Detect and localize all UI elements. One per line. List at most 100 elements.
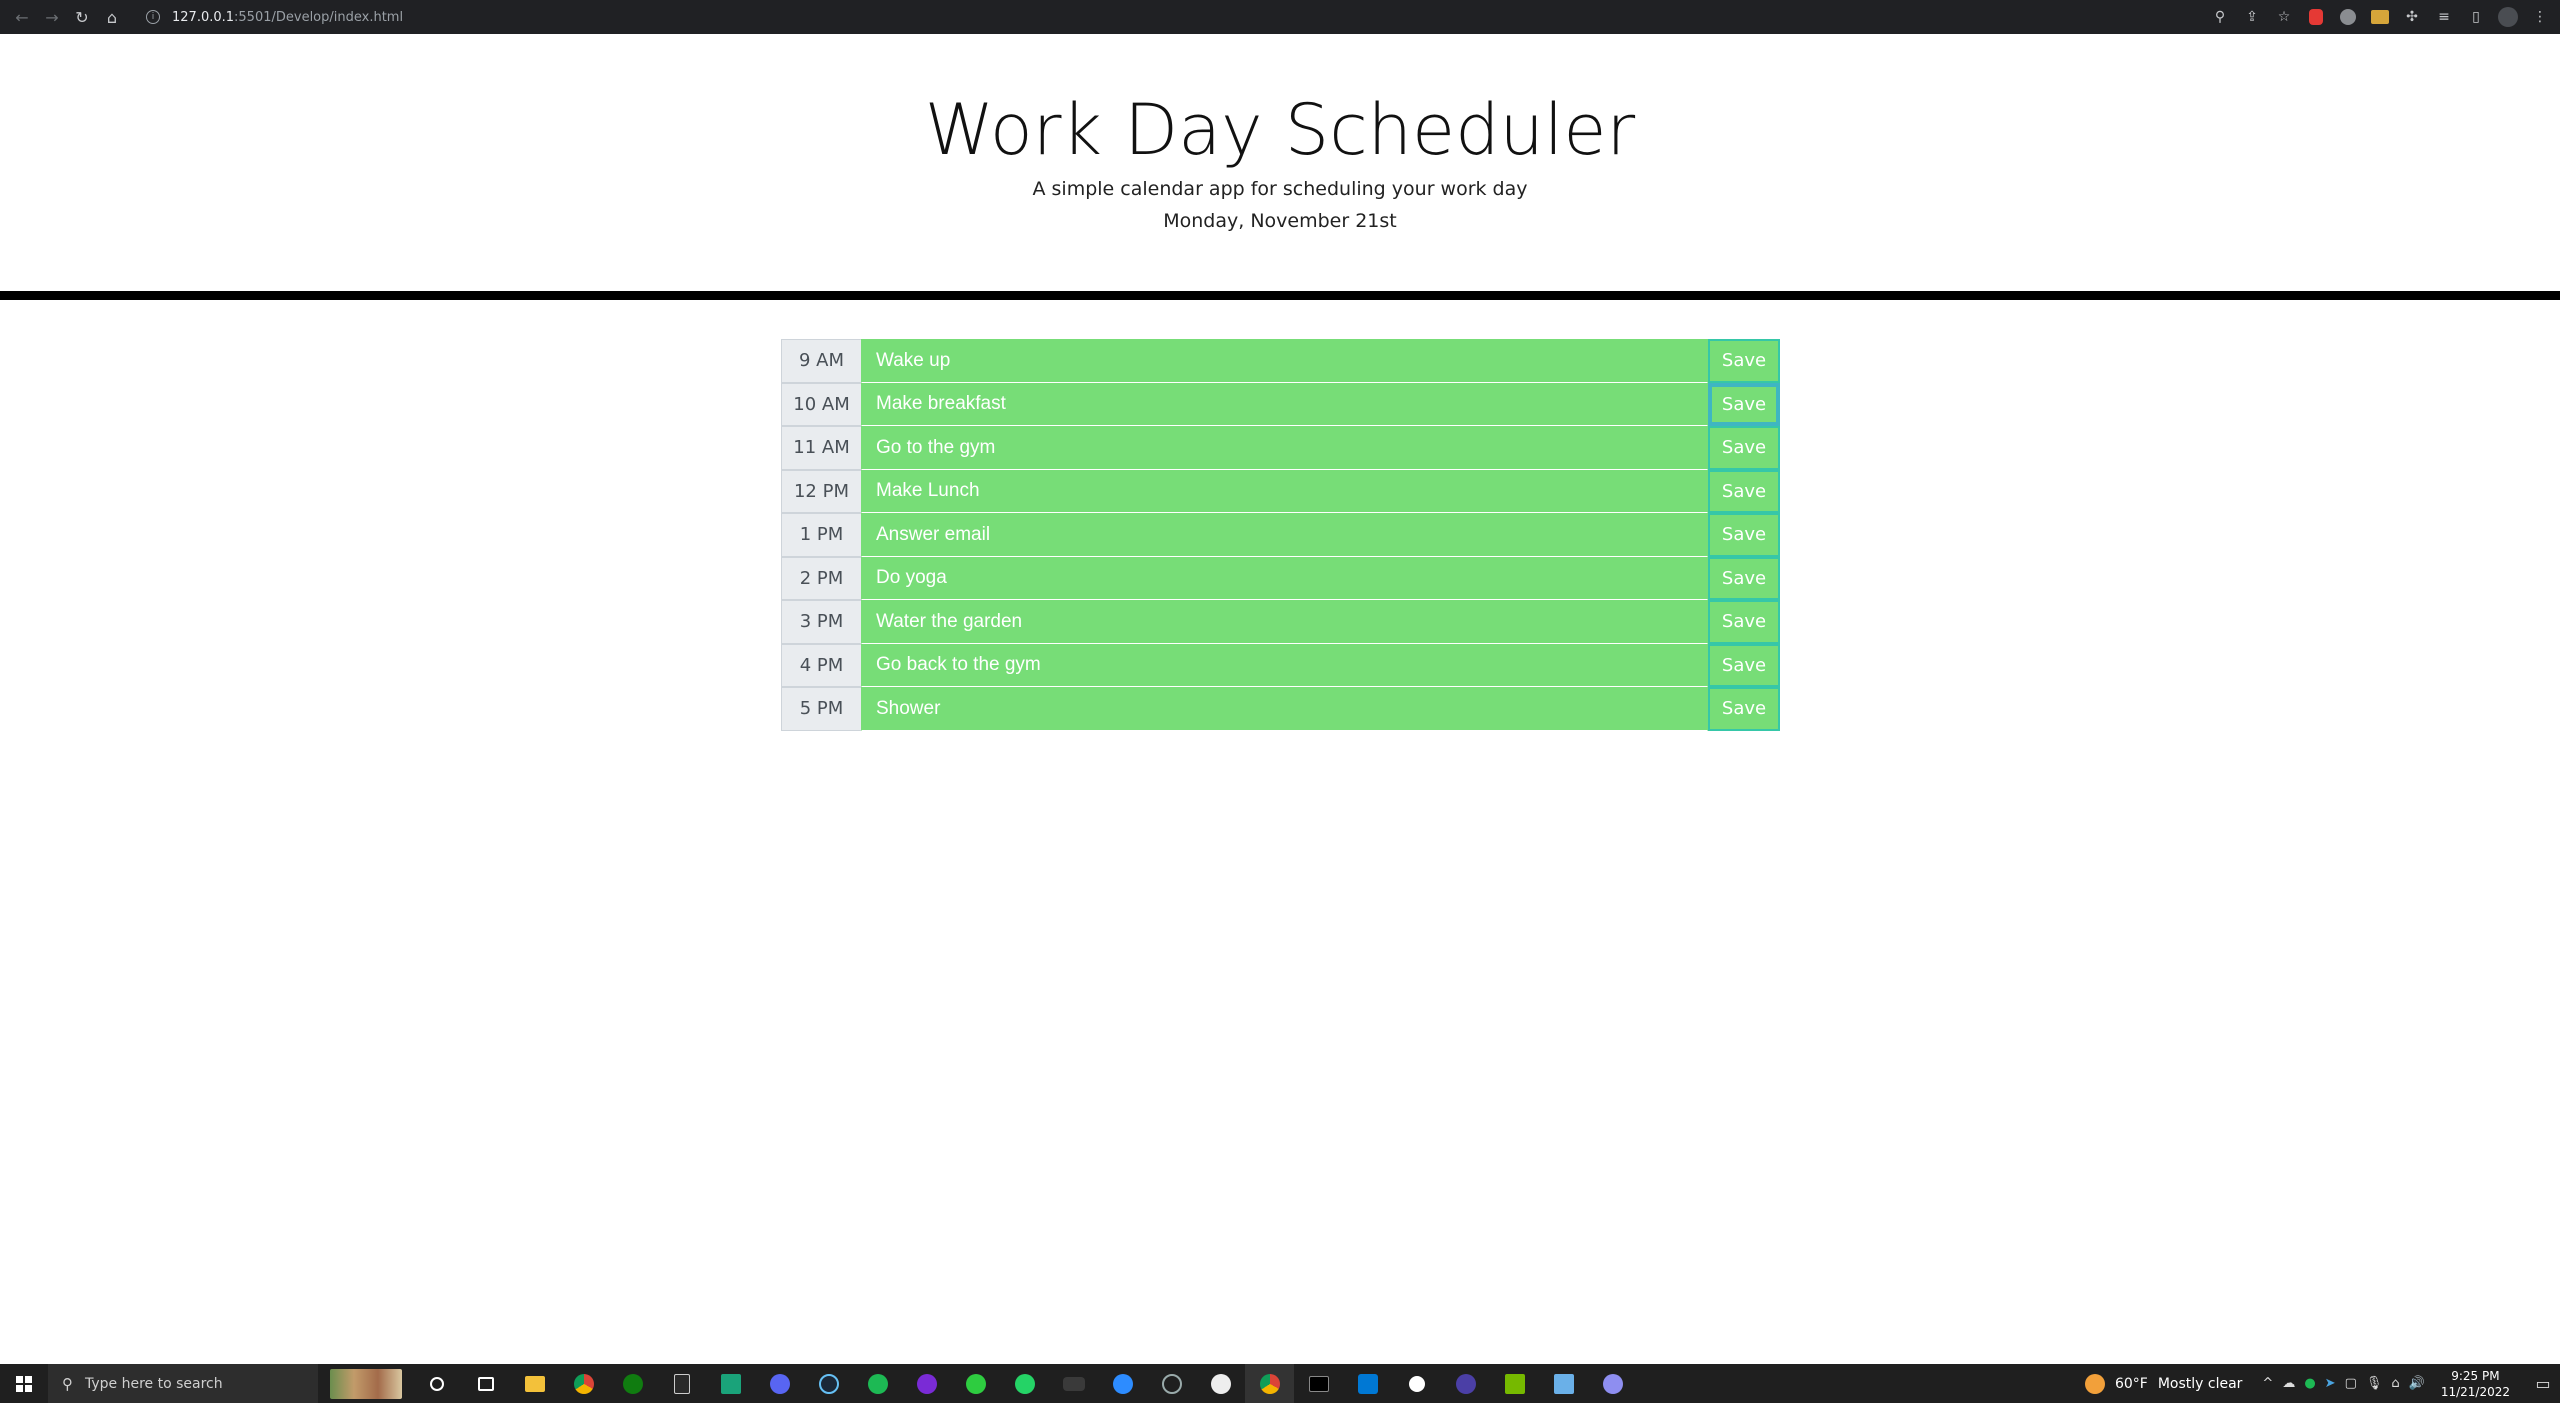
save-button[interactable]: Save bbox=[1708, 556, 1780, 600]
jumbotron-header: Work Day Scheduler A simple calendar app… bbox=[0, 34, 2560, 300]
hour-label: 2 PM bbox=[781, 556, 861, 600]
task-text: Wake up bbox=[876, 349, 951, 371]
task-textarea[interactable]: Do yoga bbox=[861, 556, 1708, 600]
purple-app-icon[interactable] bbox=[902, 1364, 951, 1403]
tray-box-icon[interactable]: ▢ bbox=[2345, 1376, 2357, 1391]
clock-date: 11/21/2022 bbox=[2440, 1384, 2510, 1399]
url-host: 127.0.0.1 bbox=[172, 9, 235, 25]
save-button[interactable]: Save bbox=[1708, 513, 1780, 557]
puzzle-icon[interactable]: ✣ bbox=[2402, 7, 2422, 27]
notepad-icon[interactable] bbox=[1539, 1364, 1588, 1403]
network-icon[interactable]: ⌂ bbox=[2391, 1376, 2399, 1391]
spotify-icon[interactable] bbox=[853, 1364, 902, 1403]
task-textarea[interactable]: Make breakfast bbox=[861, 382, 1708, 426]
extension-yellow-icon[interactable] bbox=[2370, 7, 2390, 27]
volume-icon[interactable]: 🔊 bbox=[2409, 1376, 2425, 1391]
task-textarea[interactable]: Go to the gym bbox=[861, 426, 1708, 470]
task-text: Do yoga bbox=[876, 567, 947, 589]
panda-app-icon[interactable] bbox=[1196, 1364, 1245, 1403]
task-text: Answer email bbox=[876, 523, 991, 545]
time-block: 10 AM Make breakfast Save bbox=[781, 382, 1780, 426]
search-highlight-art[interactable] bbox=[330, 1368, 402, 1399]
eclipse-icon[interactable] bbox=[1441, 1364, 1490, 1403]
cloud-icon[interactable]: ☁ bbox=[2282, 1376, 2295, 1391]
info-icon[interactable]: i bbox=[146, 10, 160, 24]
page-subtitle: A simple calendar app for scheduling you… bbox=[1032, 178, 1528, 200]
reading-list-icon[interactable]: ≡ bbox=[2434, 7, 2454, 27]
weather-widget[interactable]: 60°F Mostly clear bbox=[2084, 1373, 2243, 1394]
zoom-icon[interactable]: ⚲ bbox=[2210, 7, 2230, 27]
weather-desc: Mostly clear bbox=[2157, 1375, 2243, 1392]
save-button[interactable]: Save bbox=[1708, 382, 1780, 426]
os-taskbar: ⚲ Type here to search 60°F Mostly clear … bbox=[0, 1364, 2560, 1403]
save-button[interactable]: Save bbox=[1708, 339, 1780, 383]
weather-moon-icon bbox=[2084, 1373, 2105, 1394]
clock-time: 9:25 PM bbox=[2451, 1368, 2500, 1383]
tray-icons: ^ ☁ ● ➤ ▢ 🎙 ⌂ 🔊 bbox=[2262, 1376, 2424, 1391]
taskbar-search[interactable]: ⚲ Type here to search bbox=[48, 1364, 318, 1403]
task-textarea[interactable]: Water the garden bbox=[861, 600, 1708, 644]
file-explorer-icon[interactable] bbox=[510, 1364, 559, 1403]
notification-icon[interactable]: ▭ bbox=[2526, 1364, 2560, 1403]
green-app-icon[interactable] bbox=[951, 1364, 1000, 1403]
save-button[interactable]: Save bbox=[1708, 687, 1780, 731]
zoom-app-icon[interactable] bbox=[1098, 1364, 1147, 1403]
task-textarea[interactable]: Answer email bbox=[861, 513, 1708, 557]
hour-label: 1 PM bbox=[781, 513, 861, 557]
whatsapp-icon[interactable] bbox=[1000, 1364, 1049, 1403]
save-button[interactable]: Save bbox=[1708, 469, 1780, 513]
vscode-icon[interactable] bbox=[1343, 1364, 1392, 1403]
taskbar-apps bbox=[412, 1364, 1637, 1403]
task-view-icon[interactable] bbox=[461, 1364, 510, 1403]
task-text: Shower bbox=[876, 697, 941, 719]
menu-kebab-icon[interactable]: ⋮ bbox=[2530, 7, 2550, 27]
live-app-icon[interactable] bbox=[706, 1364, 755, 1403]
discord-icon[interactable] bbox=[755, 1364, 804, 1403]
microphone-icon[interactable]: 🎙 bbox=[2366, 1376, 2383, 1391]
terminal-icon[interactable] bbox=[1294, 1364, 1343, 1403]
star-icon[interactable]: ☆ bbox=[2274, 7, 2294, 27]
reload-icon[interactable]: ↻ bbox=[72, 7, 92, 27]
steam-icon[interactable] bbox=[804, 1364, 853, 1403]
hour-label: 9 AM bbox=[781, 339, 861, 383]
task-textarea[interactable]: Wake up bbox=[861, 339, 1708, 383]
search-icon: ⚲ bbox=[62, 1374, 73, 1393]
forward-arrow-icon[interactable]: → bbox=[42, 7, 62, 27]
back-arrow-icon[interactable]: ← bbox=[12, 7, 32, 27]
home-icon[interactable]: ⌂ bbox=[102, 7, 122, 27]
side-panel-icon[interactable]: ▯ bbox=[2466, 7, 2486, 27]
taskbar-clock[interactable]: 9:25 PM 11/21/2022 bbox=[2441, 1368, 2510, 1400]
save-button[interactable]: Save bbox=[1708, 426, 1780, 470]
bug-app-icon[interactable] bbox=[1588, 1364, 1637, 1403]
time-block: 11 AM Go to the gym Save bbox=[781, 426, 1780, 470]
task-text: Make breakfast bbox=[876, 393, 1006, 415]
task-textarea[interactable]: Shower bbox=[861, 687, 1708, 731]
schedule-container: 9 AM Wake up Save 10 AM Make breakfast S… bbox=[781, 339, 1780, 731]
nvidia-icon[interactable] bbox=[1490, 1364, 1539, 1403]
start-button[interactable] bbox=[0, 1364, 48, 1403]
profile-avatar[interactable] bbox=[2498, 7, 2518, 27]
save-button[interactable]: Save bbox=[1708, 643, 1780, 687]
task-text: Go back to the gym bbox=[876, 654, 1041, 676]
save-button[interactable]: Save bbox=[1708, 600, 1780, 644]
task-textarea[interactable]: Go back to the gym bbox=[861, 643, 1708, 687]
share-icon[interactable]: ⇪ bbox=[2242, 7, 2262, 27]
inkscape-icon[interactable] bbox=[1392, 1364, 1441, 1403]
chrome-icon[interactable] bbox=[559, 1364, 608, 1403]
epic-games-icon[interactable] bbox=[657, 1364, 706, 1403]
extension-grey-icon[interactable] bbox=[2338, 7, 2358, 27]
cortana-icon[interactable] bbox=[412, 1364, 461, 1403]
system-tray: 60°F Mostly clear ^ ☁ ● ➤ ▢ 🎙 ⌂ 🔊 9:25 P… bbox=[2084, 1364, 2560, 1403]
react-icon[interactable] bbox=[1147, 1364, 1196, 1403]
address-bar[interactable]: i 127.0.0.1:5501/Develop/index.html bbox=[146, 5, 2186, 29]
chrome-active-icon[interactable] bbox=[1245, 1364, 1294, 1403]
extension-red-icon[interactable] bbox=[2306, 7, 2326, 27]
page-title: Work Day Scheduler bbox=[924, 89, 1636, 171]
gamepad-icon[interactable] bbox=[1049, 1364, 1098, 1403]
hour-label: 12 PM bbox=[781, 469, 861, 513]
task-textarea[interactable]: Make Lunch bbox=[861, 469, 1708, 513]
chevron-up-icon[interactable]: ^ bbox=[2262, 1376, 2273, 1391]
green-dot-icon[interactable]: ● bbox=[2304, 1376, 2315, 1391]
xbox-icon[interactable] bbox=[608, 1364, 657, 1403]
telegram-icon[interactable]: ➤ bbox=[2325, 1376, 2336, 1391]
